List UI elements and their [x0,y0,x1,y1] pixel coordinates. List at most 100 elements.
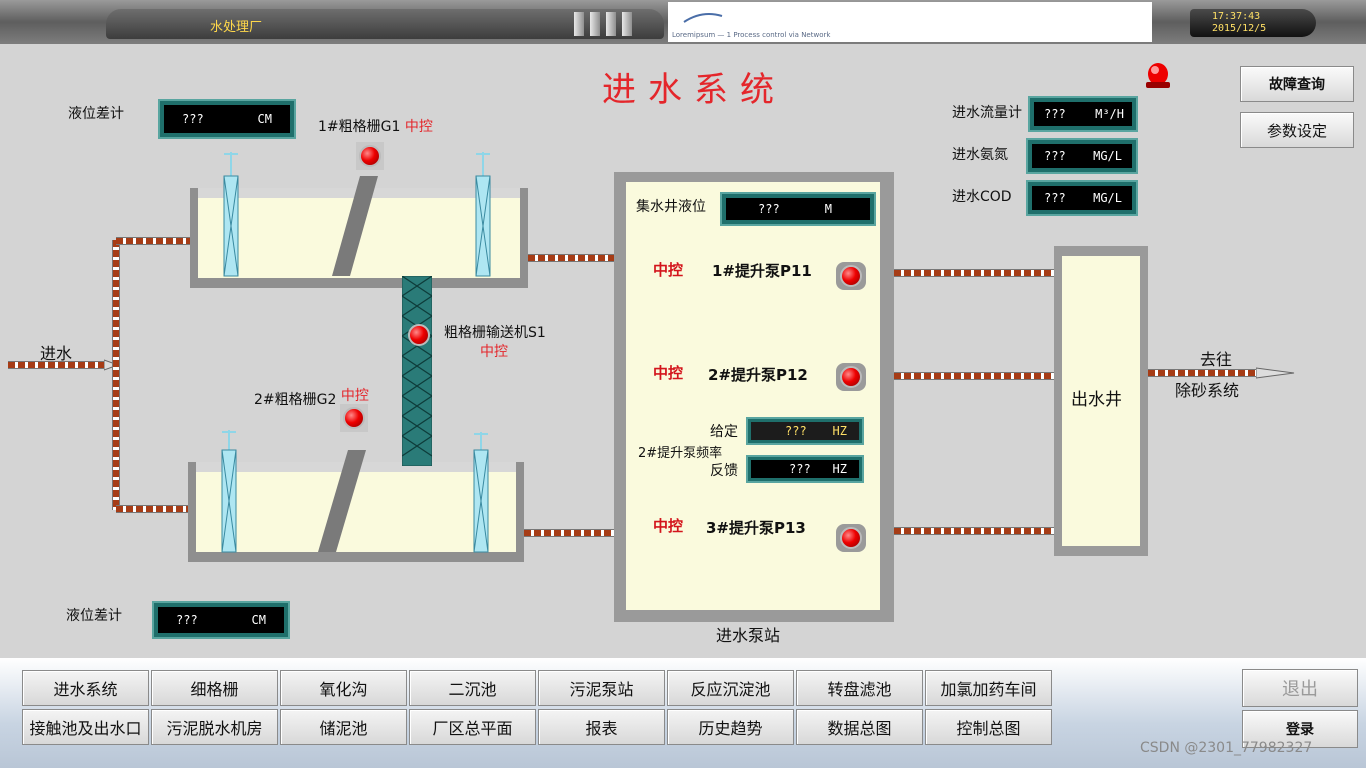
freq-label: 2#提升泵频率 [638,446,723,461]
freq-set-readout[interactable]: ??? HZ [746,417,864,445]
flow-unit: M³/H [1095,107,1124,121]
cod-label: 进水COD [952,189,1012,205]
pump-p12-status[interactable] [836,363,866,391]
freq-set-value: ??? [785,424,807,438]
freq-fb-readout: ??? HZ [746,455,864,483]
freq-fb-value: ??? [789,462,811,476]
nav-button[interactable]: 加氯加药车间 [925,670,1052,706]
flow-value: ??? [1044,107,1066,121]
nh3-value: ??? [1044,149,1066,163]
nav-button[interactable]: 报表 [538,709,665,745]
fault-query-button[interactable]: 故障查询 [1240,66,1354,102]
p12-label: 2#提升泵P12 [708,366,808,384]
status-lamp-icon [359,145,381,167]
nav-button[interactable]: 控制总图 [925,709,1052,745]
nav-button[interactable]: 污泥脱水机房 [151,709,278,745]
pump-station-label: 进水泵站 [716,626,781,645]
param-settings-button[interactable]: 参数设定 [1240,112,1354,148]
conveyor-mode: 中控 [480,344,508,360]
freq-set-label: 给定 [710,424,738,440]
level-diff-label: 液位差计 [66,608,122,624]
nav-button[interactable]: 转盘滤池 [796,670,923,706]
conveyor-status-lamp[interactable] [408,324,430,346]
pipe [894,527,1056,535]
pipe [894,372,1056,380]
grate-conveyor-icon [402,276,432,466]
nav-button[interactable]: 反应沉淀池 [667,670,794,706]
sluice-gate-icon [223,152,239,277]
arrow-right-icon [1256,367,1295,379]
nav-button[interactable]: 历史趋势 [667,709,794,745]
grate-1-label: 1#粗格栅G1 中控 [318,119,433,135]
banner-text: Loremipsum — 1 Process control via Netwo… [672,31,831,39]
nav-button[interactable]: 厂区总平面 [409,709,536,745]
outlet-well-label: 出水井 [1071,390,1122,410]
p12-mode: 中控 [653,364,684,382]
cod-readout: ??? MG/L [1026,180,1138,216]
p11-mode: 中控 [653,261,684,279]
banner-logo-icon [683,13,723,23]
pipe [894,269,1056,277]
nav-button[interactable]: 污泥泵站 [538,670,665,706]
exit-button[interactable]: 退出 [1242,669,1358,707]
inlet-pipe-upper [116,237,192,245]
inlet-riser-pipe [112,240,120,510]
level-diff-value: ??? [176,613,198,627]
well-level-value: ??? [758,202,780,216]
nav-button[interactable]: 储泥池 [280,709,407,745]
sluice-gate-icon [475,152,491,277]
p13-mode: 中控 [653,517,684,535]
freq-fb-unit: HZ [832,462,847,476]
sluice-gate-icon [473,432,489,553]
level-diff-unit: CM [257,112,272,126]
level-diff-readout: ??? CM [152,601,290,639]
status-lamp-icon [840,265,862,287]
cod-value: ??? [1044,191,1066,205]
nh3-label: 进水氨氮 [952,147,1008,163]
well-level-unit: M [824,202,832,216]
flow-label: 进水流量计 [952,105,1022,121]
nav-grid: 进水系统 细格栅 氧化沟 二沉池 污泥泵站 反应沉淀池 转盘滤池 加氯加药车间 接触池及出水口… [22,670,1052,750]
clock-time: 17:37:43 [1212,11,1261,22]
app-title: 水处理厂 [210,20,263,35]
outlet-pipe [1148,369,1260,377]
nh3-readout: ??? MG/L [1026,138,1138,174]
goto-destination: 除砂系统 [1175,381,1240,400]
clock: 17:37:43 2015/12/5 [1190,9,1316,37]
p13-label: 3#提升泵P13 [706,519,806,537]
header-stripe [574,12,584,36]
header-stripe [590,12,600,36]
status-lamp-icon [343,407,365,429]
grate-2-mode: 中控 [340,388,369,404]
status-lamp-icon [840,527,862,549]
nav-button[interactable]: 二沉池 [409,670,536,706]
level-diff-readout: ??? CM [158,99,296,139]
freq-set-unit: HZ [832,424,847,438]
clock-date: 2015/12/5 [1212,23,1267,34]
alarm-beacon-icon[interactable] [1144,60,1172,90]
level-diff-label: 液位差计 [68,106,124,122]
level-diff-unit: CM [251,613,266,627]
level-diff-value: ??? [182,112,204,126]
freq-fb-label: 反馈 [710,463,738,479]
well-level-readout: ??? M [720,192,876,226]
pipe [524,529,616,537]
coarse-grate-2-icon [318,450,366,552]
grate-1-status[interactable] [356,142,384,170]
grate-1-mode: 中控 [404,119,433,135]
nh3-unit: MG/L [1093,149,1122,163]
grate-2-status[interactable] [340,404,368,432]
nav-button[interactable]: 细格栅 [151,670,278,706]
pump-p11-status[interactable] [836,262,866,290]
well-level-label: 集水井液位 [636,199,706,215]
nav-button[interactable]: 接触池及出水口 [22,709,149,745]
nav-button[interactable]: 进水系统 [22,670,149,706]
flow-readout: ??? M³/H [1028,96,1138,132]
nav-button[interactable]: 数据总图 [796,709,923,745]
pump-station [614,172,894,622]
inlet-pipe-lower [116,505,192,513]
header-stripe [622,12,632,36]
pump-p13-status[interactable] [836,524,866,552]
nav-button[interactable]: 氧化沟 [280,670,407,706]
sluice-gate-icon [221,430,237,553]
